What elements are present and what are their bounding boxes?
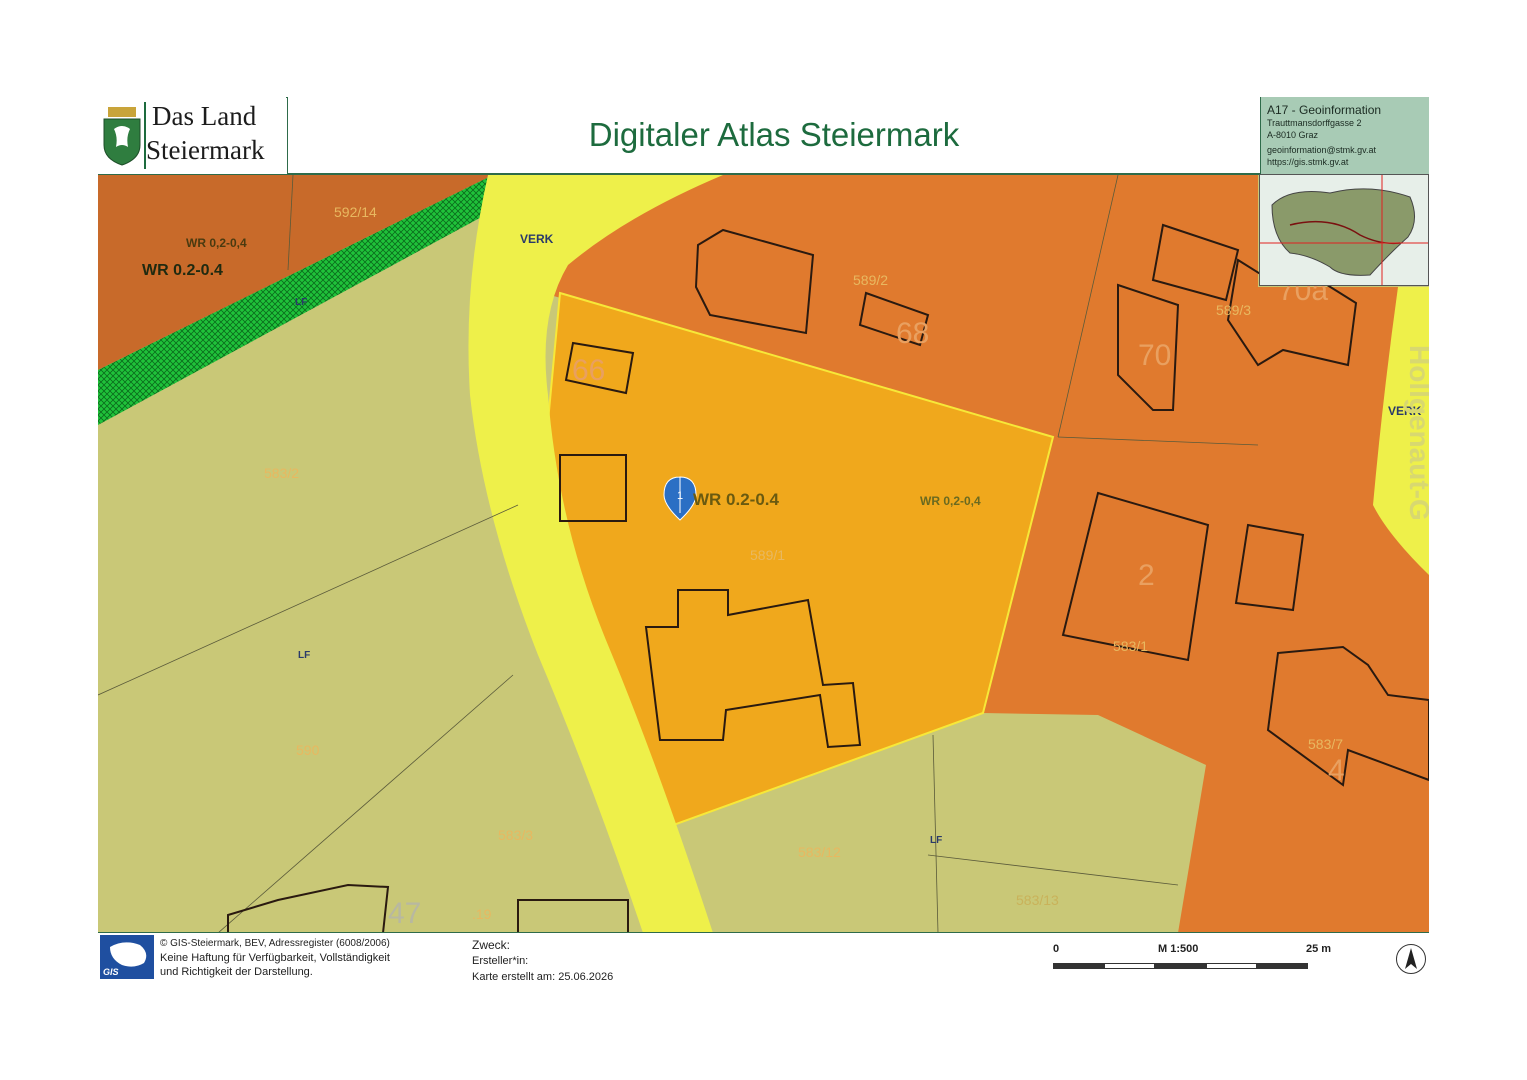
parcel-label: 583/13: [1016, 892, 1059, 908]
parcel-label: 592/14: [334, 204, 377, 220]
parcel-label: .19: [472, 906, 492, 922]
parcel-label: 589/1: [750, 547, 785, 563]
parcel-label: 589/2: [853, 272, 888, 288]
north-arrow-icon: [1396, 944, 1426, 974]
scale-ratio: M 1:500: [1158, 943, 1199, 955]
contact-org: A17 - Geoinformation: [1267, 103, 1382, 117]
street-name-label: Hollgenaut-G: [1404, 345, 1429, 521]
scale-segment: [1104, 963, 1155, 969]
house-number: 68: [896, 317, 929, 350]
house-number: 70: [1138, 339, 1171, 372]
scale-zero: 0: [1053, 943, 1060, 955]
overview-map-icon: [1260, 175, 1428, 285]
marker-number: 1: [677, 490, 683, 502]
zoning-map: 1 WR 0,2-0,4 WR 0.2-0.4 WR 0.2-0.4 WR 0,…: [98, 175, 1429, 932]
contact-email: geoinformation@stmk.gv.at: [1267, 145, 1377, 155]
parcel-label: 583/7: [1308, 736, 1343, 752]
gis-logo-text: GIS: [103, 967, 119, 977]
purpose-label: Zweck:: [472, 938, 511, 952]
contact-street: Trauttmansdorffgasse 2: [1267, 118, 1362, 128]
house-number: 2: [1138, 559, 1155, 592]
map-canvas[interactable]: 1 WR 0,2-0,4 WR 0.2-0.4 WR 0.2-0.4 WR 0,…: [98, 174, 1429, 932]
zone-label-lf-bottom: LF: [930, 835, 942, 846]
credit-text: © GIS-Steiermark, BEV, Adressregister (6…: [160, 937, 390, 979]
state-logo: Das Land Steiermark: [98, 97, 286, 174]
parcel-label: 583/2: [264, 465, 299, 481]
parcel-label: 583/12: [798, 844, 841, 860]
scale-bar: 0 M 1:500 25 m: [1053, 943, 1353, 973]
scale-end: 25 m: [1306, 943, 1332, 955]
parcel-label: 589/3: [1216, 302, 1251, 318]
overview-inset-map[interactable]: [1259, 174, 1429, 286]
credit-line3: und Richtigkeit der Darstellung.: [160, 966, 313, 978]
parcel-label: 590: [296, 742, 320, 758]
zone-label-wr-small-center: WR 0,2-0,4: [920, 494, 981, 508]
parcel-label: 583/3: [498, 827, 533, 843]
zone-label-wr-big-center: WR 0.2-0.4: [693, 490, 780, 509]
logo-text-line1: Das Land: [152, 101, 257, 131]
gis-logo: GIS: [100, 935, 154, 979]
title-bar: Digitaler Atlas Steiermark: [287, 97, 1260, 174]
footer: GIS © GIS-Steiermark, BEV, Adressregiste…: [98, 932, 1429, 983]
zone-label-wr-big-topleft: WR 0.2-0.4: [142, 262, 223, 279]
contact-box: A17 - Geoinformation Trauttmansdorffgass…: [1260, 97, 1429, 174]
contact-city: A-8010 Graz: [1267, 130, 1319, 140]
scale-segment: [1155, 963, 1206, 969]
scale-segment: [1206, 963, 1257, 969]
zone-label-lf-top: LF: [295, 297, 307, 308]
house-number: 47: [388, 897, 421, 930]
created-date: Karte erstellt am: 25.06.2026: [472, 971, 614, 983]
scale-segment: [1257, 963, 1308, 969]
zone-label-wr-small-topleft: WR 0,2-0,4: [186, 236, 247, 250]
scale-segment: [1053, 963, 1104, 969]
house-number: 4: [1328, 754, 1345, 787]
contact-web: https://gis.stmk.gv.at: [1267, 157, 1349, 167]
page-title: Digitaler Atlas Steiermark: [588, 116, 960, 153]
house-number: 66: [572, 354, 605, 387]
zone-label-lf-left: LF: [298, 650, 310, 661]
logo-text-line2: Steiermark: [146, 135, 265, 165]
zone-label-verk-top: VERK: [520, 232, 554, 246]
parcel-label: 583/1: [1113, 638, 1148, 654]
purpose-block: Zweck: Ersteller*in: Karte erstellt am: …: [472, 937, 613, 985]
credit-line2: Keine Haftung für Verfügbarkeit, Vollstä…: [160, 952, 390, 964]
author-label: Ersteller*in:: [472, 955, 529, 967]
credit-line1: © GIS-Steiermark, BEV, Adressregister (6…: [160, 938, 390, 949]
